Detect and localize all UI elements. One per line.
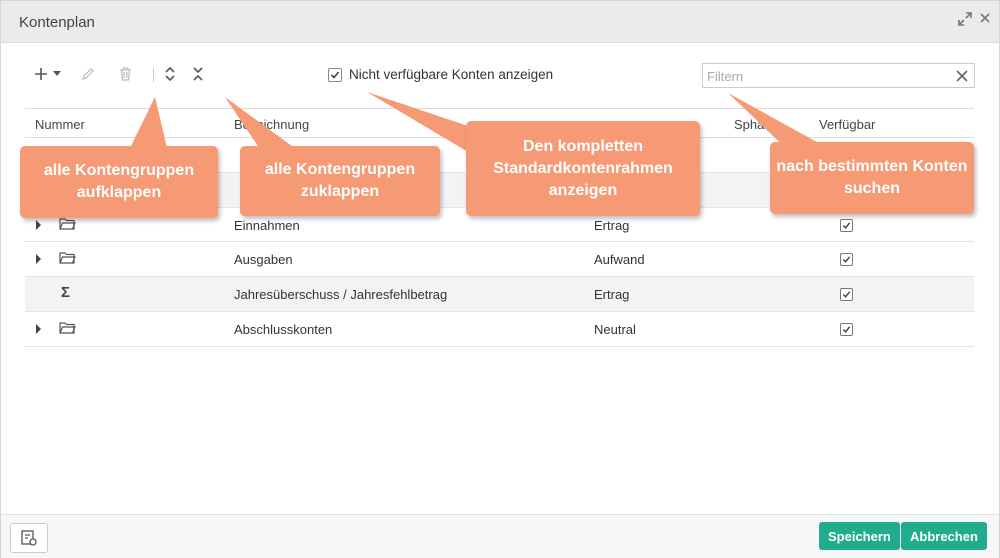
cancel-button[interactable]: Abbrechen	[901, 522, 987, 550]
row-sphere: Ertrag	[594, 287, 630, 302]
settings-button[interactable]	[10, 523, 48, 553]
column-header-sphere[interactable]: Sphäre	[734, 117, 776, 132]
column-header-available[interactable]: Verfügbar	[819, 117, 875, 132]
available-checkbox[interactable]	[840, 219, 853, 232]
plus-icon[interactable]	[30, 63, 52, 85]
account-settings-icon	[21, 530, 37, 546]
clear-filter-icon[interactable]	[954, 68, 970, 84]
callout-expand-all: alle Kontengruppen aufklappen	[20, 146, 218, 218]
expand-row-icon[interactable]	[36, 220, 41, 230]
collapse-all-icon[interactable]	[187, 63, 209, 85]
table-row[interactable]: Σ Jahresüberschuss / Jahresfehlbetrag Er…	[25, 277, 974, 312]
row-sphere: Aufwand	[594, 252, 645, 267]
folder-icon	[59, 251, 76, 265]
folder-icon	[59, 321, 76, 335]
available-checkbox[interactable]	[840, 323, 853, 336]
dialog-footer: Speichern Abbrechen	[1, 514, 999, 558]
available-checkbox[interactable]	[840, 288, 853, 301]
kontenplan-dialog: Kontenplan Nicht verfügbare Konten anzei…	[0, 0, 1000, 558]
toolbar: Nicht verfügbare Konten anzeigen	[25, 57, 975, 93]
column-header-name[interactable]: Bezeichnung	[234, 117, 309, 132]
show-unavailable-checkbox[interactable]	[328, 67, 342, 82]
show-unavailable-label: Nicht verfügbare Konten anzeigen	[349, 67, 554, 82]
callout-collapse-all: alle Kontengruppen zuklappen	[240, 146, 440, 216]
expand-all-icon[interactable]	[159, 63, 181, 85]
row-name: Abschlusskonten	[234, 322, 333, 337]
table-row[interactable]: Ausgaben Aufwand	[25, 242, 974, 277]
trash-icon[interactable]	[114, 63, 136, 85]
close-icon[interactable]	[977, 12, 993, 28]
pencil-icon[interactable]	[77, 63, 99, 85]
row-sphere: Neutral	[594, 322, 636, 337]
dialog-title: Kontenplan	[19, 14, 95, 31]
show-unavailable-toggle[interactable]: Nicht verfügbare Konten anzeigen	[328, 67, 553, 82]
folder-icon	[59, 217, 76, 231]
save-button[interactable]: Speichern	[819, 522, 900, 550]
toolbar-separator	[153, 68, 154, 82]
title-bar: Kontenplan	[1, 1, 999, 43]
table-row[interactable]: Abschlusskonten Neutral	[25, 312, 974, 347]
row-sphere: Ertrag	[594, 218, 630, 233]
available-checkbox[interactable]	[840, 253, 853, 266]
row-name: Jahresüberschuss / Jahresfehlbetrag	[234, 287, 448, 302]
row-name: Ausgaben	[234, 252, 293, 267]
sigma-icon: Σ	[61, 284, 71, 301]
expand-row-icon[interactable]	[36, 254, 41, 264]
callout-standard-chart: Den kompletten Standardkontenrahmen anze…	[466, 121, 700, 216]
expand-row-icon[interactable]	[36, 324, 41, 334]
filter-input[interactable]	[707, 67, 947, 85]
row-name: Einnahmen	[234, 218, 300, 233]
callout-search: nach bestimmten Konten suchen	[770, 142, 974, 214]
filter-field[interactable]	[702, 63, 975, 88]
maximize-icon[interactable]	[957, 12, 973, 28]
column-header-number[interactable]: Nummer	[35, 117, 85, 132]
caret-down-icon[interactable]	[51, 63, 63, 85]
